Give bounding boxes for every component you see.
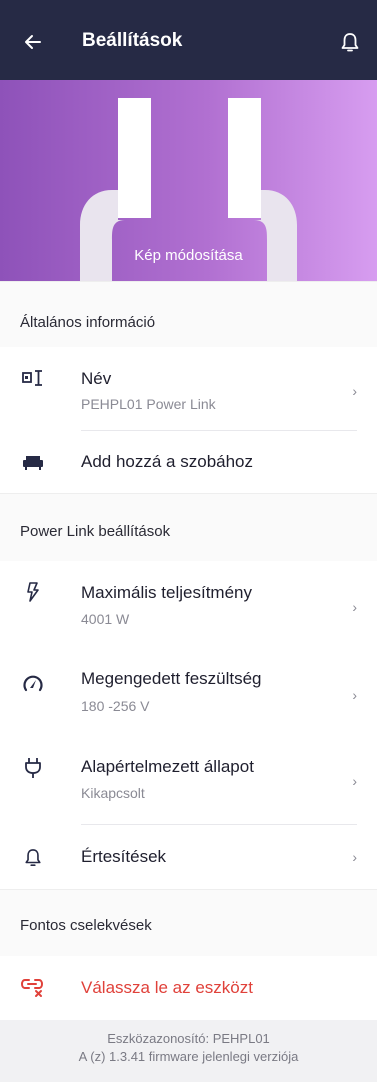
section-powerlink: Power Link beállítások [0,493,377,561]
section-title: Power Link beállítások [20,523,171,540]
plug-icon [20,755,46,781]
default-state-row[interactable]: Alapértelmezett állapot Kikapcsolt › [0,741,377,825]
add-to-room-label: Add hozzá a szobához [81,452,254,471]
notifications-row[interactable]: Értesítések › [0,825,377,889]
voltage-row[interactable]: Megengedett feszültség 180 -256 V › [0,651,377,741]
back-button[interactable] [18,27,48,57]
max-power-value: 4001 W [81,611,130,627]
app-header: Beállítások [0,0,377,80]
max-power-row[interactable]: Maximális teljesítmény 4001 W › [0,561,377,651]
notifications-label: Értesítések [81,847,167,866]
add-to-room-row[interactable]: Add hozzá a szobához [0,431,377,493]
change-photo-button[interactable]: Kép módosítása [0,247,377,264]
bell-icon [341,33,359,52]
max-power-label: Maximális teljesítmény [81,583,252,602]
lightning-icon [20,579,46,605]
section-title: Fontos cselekvések [20,917,152,934]
unlink-icon [20,974,46,1000]
page-title: Beállítások [82,30,183,51]
voltage-label: Megengedett feszültség [81,669,262,688]
unpair-label: Válassza le az eszközt [81,978,253,997]
name-row[interactable]: Név PEHPL01 Power Link › [0,347,377,431]
chevron-right-icon: › [352,383,357,399]
device-id: Eszközazonosító: PEHPL01 [107,1031,270,1046]
firmware-version: A (z) 1.3.41 firmware jelenlegi verziója [78,1049,299,1064]
device-image: Kép módosítása [0,80,377,281]
unpair-row[interactable]: Válassza le az eszközt [0,956,377,1020]
bell-icon [20,845,46,871]
gauge-icon [20,671,46,697]
sofa-icon [20,449,46,475]
voltage-value: 180 -256 V [81,698,150,714]
chevron-right-icon: › [352,599,357,615]
arrow-left-icon [25,35,41,49]
chevron-right-icon: › [352,687,357,703]
default-state-label: Alapértelmezett állapot [81,757,254,776]
notifications-button[interactable] [335,28,365,58]
default-state-value: Kikapcsolt [81,785,145,801]
device-info-footer: Eszközazonosító: PEHPL01 A (z) 1.3.41 fi… [0,1020,377,1082]
rename-icon [20,365,46,391]
chevron-right-icon: › [352,849,357,865]
section-important: Fontos cselekvések [0,889,377,956]
name-value: PEHPL01 Power Link [81,396,216,412]
section-title: Általános információ [20,314,156,331]
name-label: Név [81,369,112,388]
chevron-right-icon: › [352,773,357,789]
section-general: Általános információ [0,281,377,347]
